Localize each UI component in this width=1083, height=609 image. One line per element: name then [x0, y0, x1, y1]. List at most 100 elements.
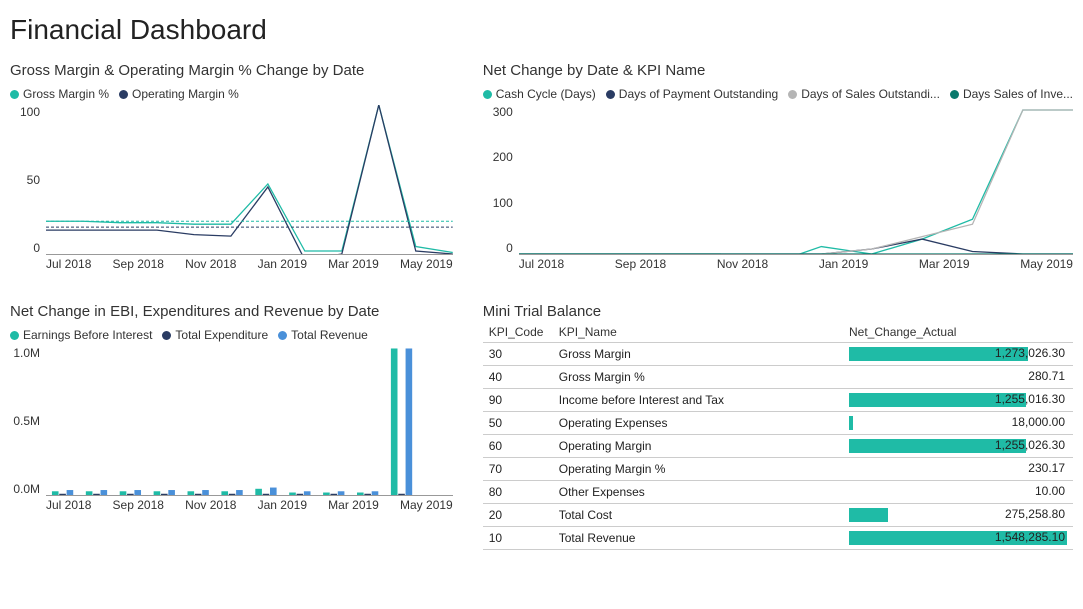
column-header[interactable]: KPI_Name — [553, 322, 843, 343]
legend-label: Gross Margin % — [23, 87, 109, 101]
y-tick: 50 — [10, 173, 44, 187]
panel-ebi-expenditure-revenue[interactable]: Net Change in EBI, Expenditures and Reve… — [10, 303, 453, 550]
cell-kpi-name: Operating Margin — [553, 435, 843, 458]
trial-balance-table: KPI_CodeKPI_NameNet_Change_Actual 30Gros… — [483, 322, 1073, 550]
bar — [398, 494, 405, 495]
bar — [236, 490, 243, 495]
bar — [127, 494, 134, 495]
table-row[interactable]: 10Total Revenue1,548,285.10 — [483, 527, 1073, 550]
bar — [229, 494, 236, 495]
cell-net-change: 1,548,285.10 — [843, 527, 1073, 550]
bar — [330, 494, 337, 495]
legend-item[interactable]: Cash Cycle (Days) — [483, 87, 596, 101]
legend-item[interactable]: Days of Payment Outstanding — [606, 87, 778, 101]
legend-item[interactable]: Gross Margin % — [10, 87, 109, 101]
cell-kpi-name: Other Expenses — [553, 481, 843, 504]
legend-dot-icon — [278, 331, 287, 340]
y-tick: 0.5M — [10, 414, 44, 428]
x-tick: Jul 2018 — [46, 498, 91, 516]
table-row[interactable]: 90Income before Interest and Tax1,255,01… — [483, 389, 1073, 412]
legend-label: Days Sales of Inve... — [963, 87, 1073, 101]
chart-area: 100500 Jul 2018Sep 2018Nov 2018Jan 2019M… — [10, 105, 453, 275]
panel-net-change-kpi[interactable]: Net Change by Date & KPI Name Cash Cycle… — [483, 62, 1073, 275]
bar-value: 1,548,285.10 — [995, 530, 1065, 544]
y-tick: 100 — [10, 105, 44, 119]
legend-dot-icon — [10, 90, 19, 99]
bar — [168, 490, 175, 495]
cell-kpi-name: Gross Margin % — [553, 366, 843, 389]
cell-kpi-code: 80 — [483, 481, 553, 504]
panel-mini-trial-balance[interactable]: Mini Trial Balance KPI_CodeKPI_NameNet_C… — [483, 303, 1073, 550]
table-row[interactable]: 30Gross Margin1,273,026.30 — [483, 343, 1073, 366]
legend-item[interactable]: Earnings Before Interest — [10, 328, 152, 342]
cell-net-change: 1,255,016.30 — [843, 389, 1073, 412]
line-series — [519, 239, 1073, 254]
table-row[interactable]: 60Operating Margin1,255,026.30 — [483, 435, 1073, 458]
legend-item[interactable]: Total Expenditure — [162, 328, 268, 342]
bar-fill — [849, 508, 888, 522]
bar — [202, 490, 209, 495]
legend-dot-icon — [483, 90, 492, 99]
x-tick: Nov 2018 — [185, 257, 236, 275]
bar — [323, 493, 330, 495]
panel-gross-operating-margin[interactable]: Gross Margin & Operating Margin % Change… — [10, 62, 453, 275]
bar-value: 230.17 — [1028, 461, 1065, 475]
legend-dot-icon — [788, 90, 797, 99]
bar — [304, 491, 311, 495]
table-row[interactable]: 70Operating Margin %230.17 — [483, 458, 1073, 481]
chart-title: Gross Margin & Operating Margin % Change… — [10, 62, 453, 79]
legend-label: Operating Margin % — [132, 87, 239, 101]
chart-area: 3002001000 Jul 2018Sep 2018Nov 2018Jan 2… — [483, 105, 1073, 275]
bar — [406, 348, 413, 495]
bar-value: 275,258.80 — [1005, 507, 1065, 521]
x-tick: Mar 2019 — [328, 498, 379, 516]
bar-value: 10.00 — [1035, 484, 1065, 498]
x-tick: May 2019 — [400, 257, 453, 275]
bar — [357, 493, 364, 495]
plot-area — [46, 346, 453, 496]
line-series — [519, 110, 1073, 254]
y-tick: 0.0M — [10, 482, 44, 496]
x-tick: Mar 2019 — [919, 257, 970, 275]
x-axis: Jul 2018Sep 2018Nov 2018Jan 2019Mar 2019… — [519, 257, 1073, 275]
cell-kpi-name: Total Cost — [553, 504, 843, 527]
cell-kpi-name: Income before Interest and Tax — [553, 389, 843, 412]
x-tick: Sep 2018 — [615, 257, 666, 275]
cell-kpi-code: 70 — [483, 458, 553, 481]
bar — [195, 494, 202, 495]
table-row[interactable]: 40Gross Margin %280.71 — [483, 366, 1073, 389]
legend-label: Earnings Before Interest — [23, 328, 152, 342]
legend-item[interactable]: Total Revenue — [278, 328, 368, 342]
y-axis: 3002001000 — [483, 105, 517, 255]
bar — [372, 491, 379, 495]
plot-area — [519, 105, 1073, 255]
legend-item[interactable]: Days of Sales Outstandi... — [788, 87, 940, 101]
bar — [134, 490, 141, 495]
cell-kpi-code: 20 — [483, 504, 553, 527]
table-row[interactable]: 50Operating Expenses18,000.00 — [483, 412, 1073, 435]
x-tick: Sep 2018 — [113, 498, 164, 516]
x-tick: Sep 2018 — [113, 257, 164, 275]
bar — [101, 490, 108, 495]
cell-kpi-code: 60 — [483, 435, 553, 458]
column-header[interactable]: KPI_Code — [483, 322, 553, 343]
x-tick: Nov 2018 — [185, 498, 236, 516]
bar-value: 1,273,026.30 — [995, 346, 1065, 360]
bar — [93, 494, 100, 495]
y-tick: 1.0M — [10, 346, 44, 360]
bar-value: 18,000.00 — [1012, 415, 1065, 429]
y-axis: 1.0M 0.5M 0.0M — [10, 346, 44, 496]
chart-legend: Gross Margin % Operating Margin % — [10, 87, 453, 101]
table-row[interactable]: 20Total Cost 275,258.80 — [483, 504, 1073, 527]
y-tick: 200 — [483, 150, 517, 164]
bar — [338, 491, 345, 495]
legend-label: Days of Payment Outstanding — [619, 87, 778, 101]
x-tick: May 2019 — [400, 498, 453, 516]
y-axis: 100500 — [10, 105, 44, 255]
table-row[interactable]: 80Other Expenses 10.00 — [483, 481, 1073, 504]
legend-item[interactable]: Operating Margin % — [119, 87, 239, 101]
bar — [263, 494, 270, 495]
x-axis: Jul 2018Sep 2018Nov 2018Jan 2019Mar 2019… — [46, 257, 453, 275]
legend-item[interactable]: Days Sales of Inve... — [950, 87, 1073, 101]
column-header[interactable]: Net_Change_Actual — [843, 322, 1073, 343]
